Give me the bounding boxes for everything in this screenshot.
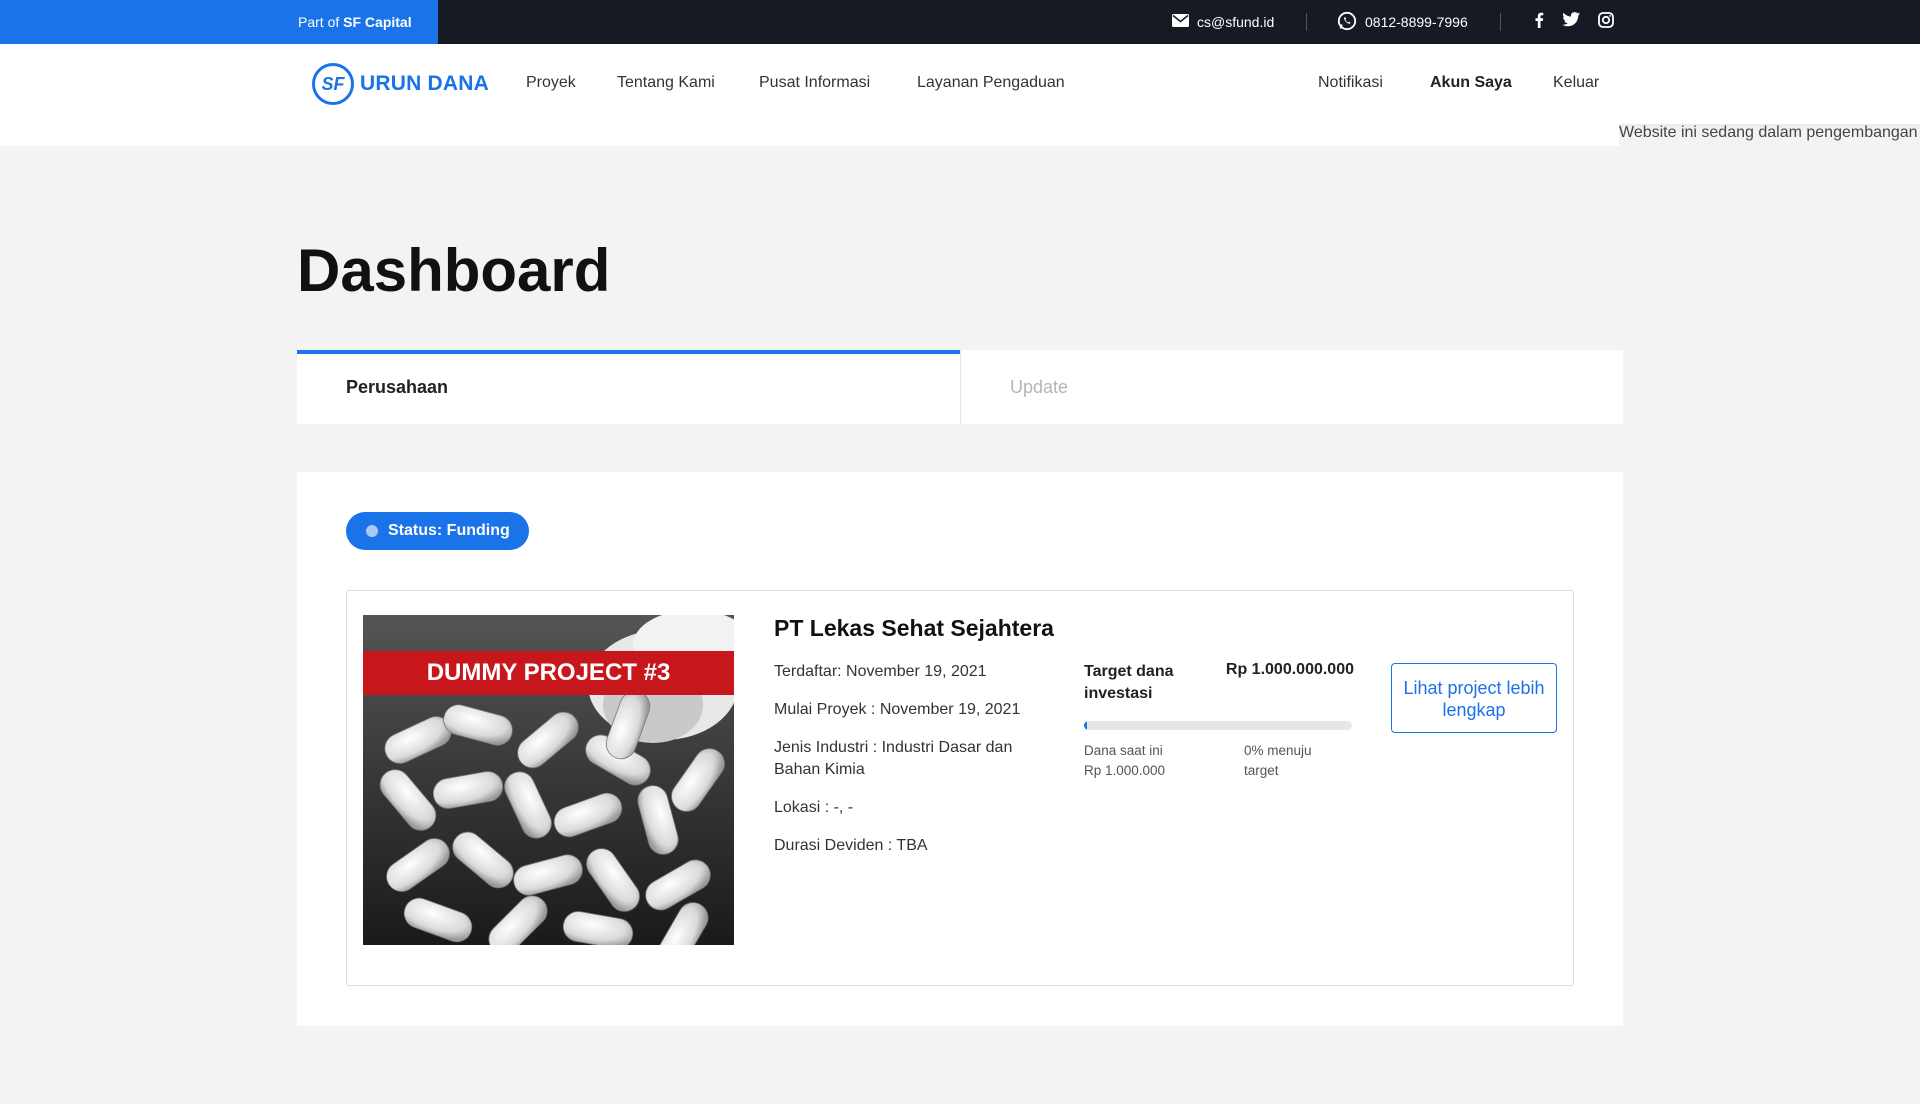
top-bar: Part of SF Capital cs@sfund.id 0812-8899… [0, 0, 1920, 44]
divider [1500, 13, 1501, 31]
whatsapp-icon [1337, 11, 1357, 34]
location: Lokasi : -, - [774, 799, 854, 816]
current-funding-label: Dana saat ini [1084, 743, 1163, 758]
dividend-duration: Durasi Deviden : TBA [774, 837, 928, 854]
instagram-icon[interactable] [1598, 11, 1614, 33]
project-start-date: Mulai Proyek : November 19, 2021 [774, 701, 1021, 718]
status-dot-icon [366, 525, 378, 537]
email-contact[interactable]: cs@sfund.id [1172, 0, 1274, 44]
facebook-icon[interactable] [1534, 12, 1544, 33]
tab-update[interactable]: Update [960, 350, 1623, 424]
twitter-icon[interactable] [1562, 12, 1580, 32]
percent-to-target: 0% menuju target [1244, 743, 1312, 778]
status-text: Status: Funding [388, 522, 510, 539]
part-of-text: Part of [298, 14, 344, 30]
project-card: DUMMY PROJECT #3 PT Lekas Sehat Sejahter… [346, 590, 1574, 986]
nav-pusat-informasi[interactable]: Pusat Informasi [759, 74, 870, 92]
urun-dana-logo[interactable]: SF URUN DANA [312, 63, 489, 105]
nav-keluar[interactable]: Keluar [1553, 74, 1599, 92]
registered-date: Terdaftar: November 19, 2021 [774, 663, 987, 680]
nav-layanan-pengaduan[interactable]: Layanan Pengaduan [917, 74, 1065, 92]
email-text[interactable]: cs@sfund.id [1197, 14, 1274, 30]
nav-akun-saya[interactable]: Akun Saya [1430, 74, 1512, 92]
development-notice: Website ini sedang dalam pengembangan [1619, 124, 1918, 141]
current-funding-amount: Rp 1.000.000 [1084, 763, 1166, 778]
part-of-banner: Part of SF Capital [0, 0, 438, 44]
current-funding: Dana saat ini Rp 1.000.000 [1084, 741, 1204, 781]
funding-target: Target dana investasi Rp 1.000.000.000 [1084, 661, 1354, 705]
brand-name: URUN DANA [360, 72, 489, 95]
nav-notifikasi[interactable]: Notifikasi [1318, 74, 1383, 92]
project-image: DUMMY PROJECT #3 [363, 615, 734, 945]
tab-perusahaan[interactable]: Perusahaan [297, 350, 960, 424]
funding-progress-fill [1084, 721, 1087, 730]
phone-text[interactable]: 0812-8899-7996 [1365, 14, 1468, 30]
target-label: Target dana investasi [1084, 663, 1174, 702]
sf-logo-icon: SF [312, 63, 354, 105]
social-links [1534, 0, 1614, 44]
main-navbar: SF URUN DANA Proyek Tentang Kami Pusat I… [0, 44, 1920, 124]
nav-proyek[interactable]: Proyek [526, 74, 576, 92]
divider [1306, 13, 1307, 31]
project-image-banner: DUMMY PROJECT #3 [363, 651, 734, 695]
industry-type: Jenis Industri : Industri Dasar dan Baha… [774, 739, 1013, 778]
target-amount: Rp 1.000.000.000 [1225, 661, 1354, 678]
company-panel: Status: Funding DUMMY PROJECT #3 PT Leka… [297, 472, 1623, 1026]
page-title: Dashboard [297, 237, 611, 304]
status-badge: Status: Funding [346, 512, 529, 550]
part-of-brand: SF Capital [343, 14, 412, 30]
phone-contact[interactable]: 0812-8899-7996 [1337, 0, 1468, 44]
notice-strip [0, 124, 1619, 146]
footer-line [0, 1104, 1920, 1108]
nav-tentang-kami[interactable]: Tentang Kami [617, 74, 715, 92]
mail-icon [1172, 14, 1189, 30]
view-project-button[interactable]: Lihat project lebih lengkap [1391, 663, 1557, 733]
dashboard-tabs: Perusahaan Update [297, 350, 1623, 424]
funding-progress-bar [1084, 721, 1352, 730]
project-name[interactable]: PT Lekas Sehat Sejahtera [774, 615, 1054, 642]
